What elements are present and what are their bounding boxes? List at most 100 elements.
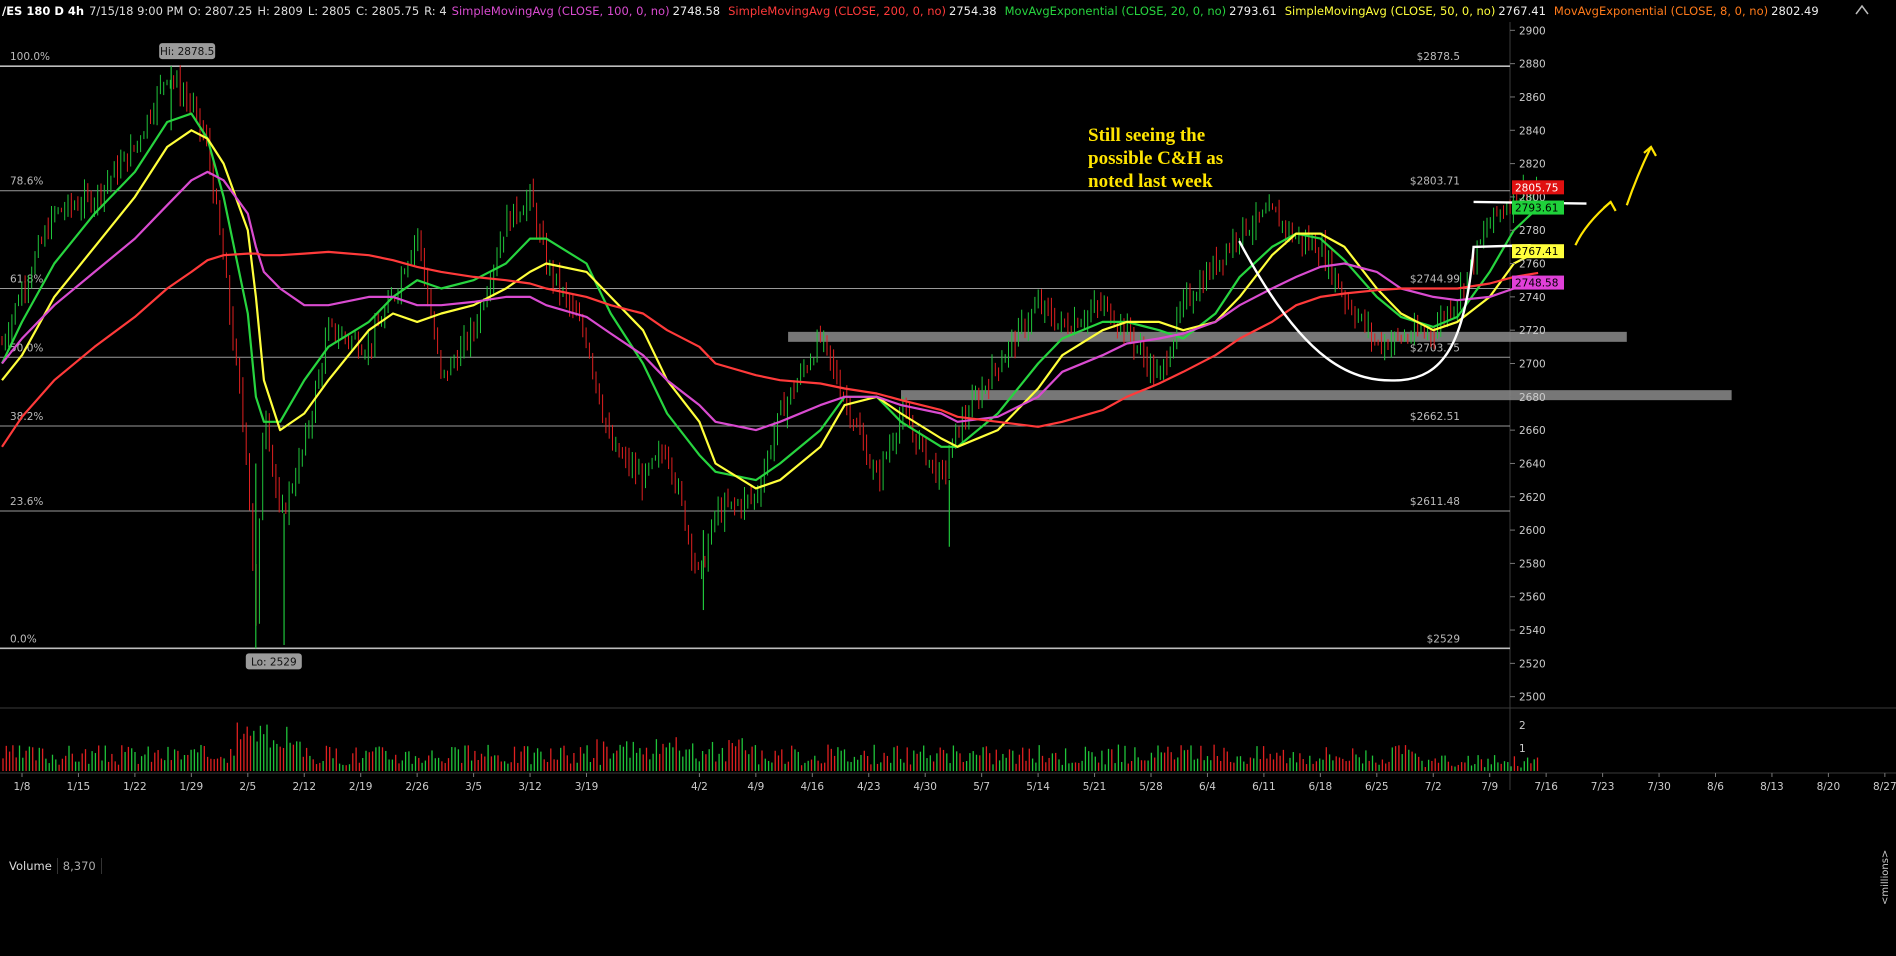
x-tick-label: 4/2	[691, 781, 708, 793]
bar-range: R: 4	[424, 4, 447, 18]
x-tick-label: 7/9	[1481, 781, 1498, 793]
x-tick-label: 7/30	[1647, 781, 1671, 793]
x-tick-label: 8/27	[1873, 781, 1896, 793]
y-tick-label: 2840	[1519, 125, 1546, 137]
x-tick-label: 7/23	[1591, 781, 1615, 793]
x-tick-label: 2/19	[349, 781, 373, 793]
x-tick-label: 1/15	[67, 781, 91, 793]
indicator-label[interactable]: SimpleMovingAvg (CLOSE, 50, 0, no)	[1285, 4, 1496, 18]
fib-price-label: $2529	[1427, 633, 1460, 645]
x-tick-label: 1/29	[180, 781, 204, 793]
indicator-label[interactable]: MovAvgExponential (CLOSE, 8, 0, no)	[1554, 4, 1768, 18]
x-tick-label: 1/22	[123, 781, 147, 793]
fib-percent-label: 100.0%	[10, 51, 50, 63]
x-tick-label: 8/20	[1817, 781, 1841, 793]
price-tag: 2805.75	[1512, 180, 1564, 195]
bar-open: O: 2807.25	[188, 4, 253, 18]
volume-tick-label: 2	[1519, 720, 1526, 732]
x-tick-label: 2/12	[292, 781, 316, 793]
annotation-line: noted last week	[1088, 171, 1213, 192]
fib-percent-label: 0.0%	[10, 633, 37, 645]
fib-price-label: $2744.99	[1410, 274, 1460, 286]
price-tag-text: 2748.58	[1515, 278, 1558, 290]
indicator-value: 2754.38	[949, 4, 997, 18]
x-tick-label: 7/16	[1534, 781, 1558, 793]
y-tick-label: 2820	[1519, 159, 1546, 171]
x-tick-label: 6/25	[1365, 781, 1389, 793]
fib-price-label: $2611.48	[1410, 496, 1460, 508]
high-price-tag: Hi: 2878.5	[159, 43, 216, 60]
chart-header: /ES 180 D 4h 7/15/18 9:00 PM O: 2807.25 …	[0, 0, 1820, 22]
indicator-label[interactable]: SimpleMovingAvg (CLOSE, 100, 0, no)	[452, 4, 670, 18]
price-tag: 2748.58	[1512, 275, 1564, 290]
x-tick-label: 2/26	[405, 781, 429, 793]
fib-price-label: $2878.5	[1417, 51, 1460, 63]
x-tick-label: 8/6	[1707, 781, 1724, 793]
support-zone	[788, 331, 1627, 342]
x-tick-label: 4/9	[747, 781, 764, 793]
x-tick-label: 6/4	[1199, 781, 1216, 793]
indicator-value: 2793.61	[1229, 4, 1277, 18]
y-tick-label: 2680	[1519, 392, 1546, 404]
low-price-tag: Lo: 2529	[245, 653, 302, 670]
x-tick-label: 7/2	[1425, 781, 1442, 793]
x-tick-label: 3/19	[575, 781, 599, 793]
indicator-value: 2748.58	[672, 4, 721, 18]
indicator-label[interactable]: SimpleMovingAvg (CLOSE, 200, 0, no)	[728, 4, 946, 18]
x-tick-label: 5/14	[1026, 781, 1050, 793]
y-tick-label: 2560	[1519, 592, 1546, 604]
y-tick-label: 2880	[1519, 59, 1546, 71]
y-tick-label: 2740	[1519, 292, 1546, 304]
x-tick-label: 5/28	[1139, 781, 1163, 793]
volume-tick-label: 1	[1519, 743, 1526, 755]
x-tick-label: 3/5	[465, 781, 482, 793]
y-tick-label: 2580	[1519, 558, 1546, 570]
y-tick-label: 2540	[1519, 625, 1546, 637]
x-tick-label: 6/18	[1309, 781, 1333, 793]
tag-text: Lo: 2529	[251, 656, 297, 668]
symbol-label[interactable]: /ES 180 D 4h	[2, 4, 84, 18]
x-tick-label: 4/30	[913, 781, 937, 793]
price-tag-text: 2767.41	[1515, 246, 1558, 258]
collapse-icon[interactable]	[1854, 3, 1870, 17]
y-tick-label: 2720	[1519, 325, 1546, 337]
y-tick-label: 2500	[1519, 692, 1546, 704]
x-tick-label: 3/12	[518, 781, 542, 793]
x-tick-label: 4/23	[857, 781, 881, 793]
price-tag-text: 2805.75	[1515, 182, 1558, 194]
x-tick-label: 6/11	[1252, 781, 1276, 793]
bar-low: L: 2805	[307, 4, 352, 18]
indicator-label[interactable]: MovAvgExponential (CLOSE, 20, 0, no)	[1005, 4, 1227, 18]
indicator-value: 2767.41	[1498, 4, 1546, 18]
price-tag-text: 2793.61	[1515, 203, 1558, 215]
volume-units: <millions>	[1880, 849, 1891, 905]
price-chart[interactable]: 100.0% $2878.5 78.6% $2803.71 61.8% $2744.99 5…	[0, 0, 1896, 956]
fib-price-label: $2803.71	[1410, 176, 1460, 188]
y-tick-label: 2640	[1519, 458, 1546, 470]
y-tick-label: 2600	[1519, 525, 1546, 537]
y-tick-label: 2900	[1519, 25, 1546, 37]
indicator-legend: SimpleMovingAvg (CLOSE, 100, 0, no) 2748.…	[452, 4, 1820, 18]
volume-title: Volume	[4, 858, 58, 874]
y-tick-label: 2700	[1519, 359, 1546, 371]
x-tick-label: 5/21	[1083, 781, 1107, 793]
y-tick-label: 2620	[1519, 492, 1546, 504]
volume-value: 8,370	[58, 858, 102, 874]
y-tick-label: 2760	[1519, 259, 1546, 271]
fib-percent-label: 61.8%	[10, 274, 43, 286]
y-tick-label: 2780	[1519, 225, 1546, 237]
fib-percent-label: 78.6%	[10, 176, 43, 188]
fib-percent-label: 23.6%	[10, 496, 43, 508]
bar-high: H: 2809	[257, 4, 303, 18]
annotation-line: Still seeing the	[1088, 125, 1206, 146]
y-tick-label: 2660	[1519, 425, 1546, 437]
x-tick-label: 8/13	[1760, 781, 1784, 793]
fib-price-label: $2662.51	[1410, 411, 1460, 423]
bar-date: 7/15/18 9:00 PM	[89, 4, 184, 18]
volume-panel-label: Volume 8,370	[4, 858, 102, 874]
x-tick-label: 1/8	[14, 781, 31, 793]
tag-text: Hi: 2878.5	[160, 46, 214, 58]
chart-annotation-text: Still seeing the possible C&H as noted l…	[1088, 124, 1288, 193]
indicator-value: 2802.49	[1771, 4, 1819, 18]
support-zone	[901, 390, 1732, 401]
